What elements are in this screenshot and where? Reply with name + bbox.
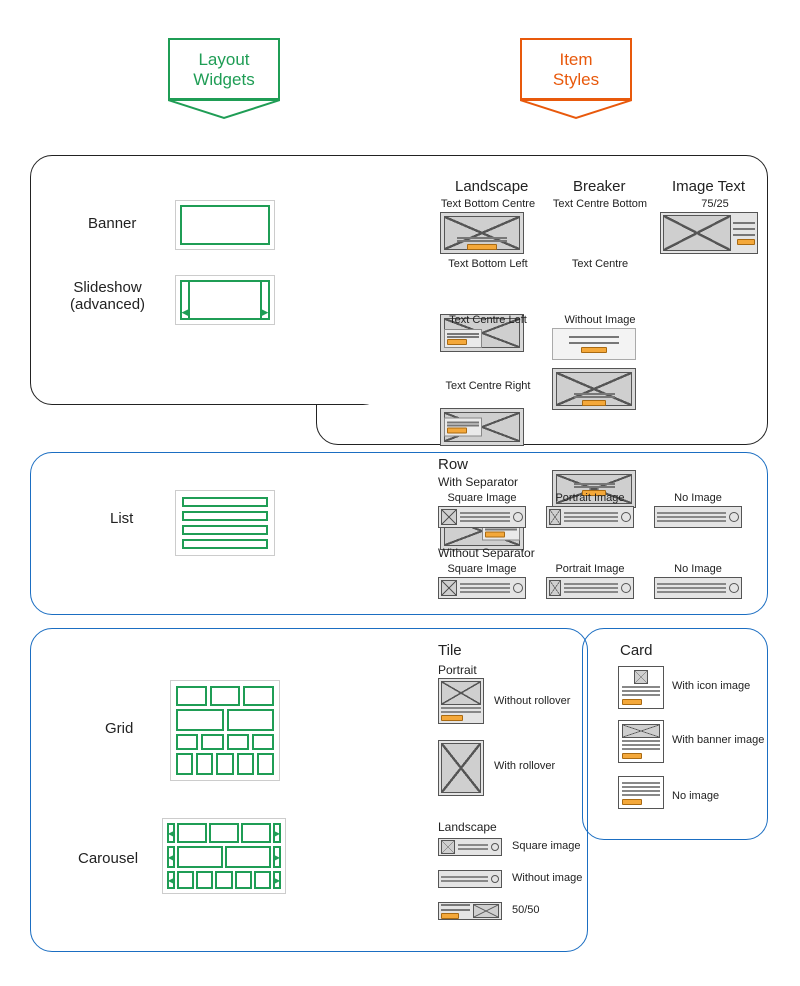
layout-widgets-label: Layout Widgets (193, 50, 254, 89)
grid-thumb (170, 680, 280, 781)
list-thumb (175, 490, 275, 556)
tile-land-square (438, 838, 502, 856)
card-title: Card (620, 642, 653, 659)
tile-portrait-norollover (438, 678, 484, 724)
tile-rollover-label: With rollover (494, 760, 555, 772)
grid-label: Grid (105, 720, 133, 737)
list-label: List (110, 510, 133, 527)
breaker-v1-label: Text Centre Bottom (550, 198, 650, 210)
tile-land-noimg-label: Without image (512, 872, 582, 884)
row-ws-none-thumb (654, 506, 742, 528)
item-styles-tag: Item Styles (520, 38, 632, 120)
landscape-v1-thumb (440, 212, 524, 254)
landscape-v1-label: Text Bottom Centre (438, 198, 538, 210)
landscape-v4-label: Text Centre Right (438, 380, 538, 392)
tile-land-noimg (438, 870, 502, 888)
spacer (380, 629, 590, 749)
carousel-thumb: ◀ ▶ ◀ ▶ ◀ ▶ (162, 818, 286, 894)
layout-widgets-tag: Layout Widgets (168, 38, 280, 120)
banner-thumb (175, 200, 275, 250)
diagram-canvas: Layout Widgets Item Styles Banner Slides… (0, 0, 800, 986)
col-breaker: Breaker (573, 178, 626, 195)
row-wos-square-label: Square Image (438, 563, 526, 575)
tile-portrait-rollover (438, 740, 484, 796)
row-ws-none-label: No Image (654, 492, 742, 504)
row-wos-square-thumb (438, 577, 526, 599)
row-wos-portrait-label: Portrait Image (546, 563, 634, 575)
banner-label: Banner (88, 215, 136, 232)
row-wos-none-label: No Image (654, 563, 742, 575)
tile-land-5050-label: 50/50 (512, 904, 540, 916)
carousel-label: Carousel (78, 850, 138, 867)
landscape-v3-thumb (440, 408, 524, 446)
card-noimg-label: No image (672, 790, 719, 802)
row-ws-square-thumb (438, 506, 526, 528)
card-noimg-thumb (618, 776, 664, 809)
card-banner-thumb (618, 720, 664, 763)
col-imagetext: Image Text (672, 178, 745, 195)
landscape-v3-label: Text Centre Left (438, 314, 538, 326)
imagetext-v1-label: 75/25 (680, 198, 750, 210)
row-wos-none-thumb (654, 577, 742, 599)
breaker-v1-thumb (552, 368, 636, 410)
tile-portrait-label: Portrait (438, 663, 477, 677)
tile-title: Tile (438, 642, 462, 659)
row-ws-square-label: Square Image (438, 492, 526, 504)
row-withsep: With Separator (438, 475, 518, 489)
breaker-v3-thumb (552, 328, 636, 360)
landscape-v2-label: Text Bottom Left (438, 258, 538, 270)
tile-landscape-label: Landscape (438, 820, 497, 834)
breaker-v2-label: Text Centre (550, 258, 650, 270)
tile-land-5050 (438, 902, 502, 920)
row-ws-portrait-thumb (546, 506, 634, 528)
tile-norollover-label: Without rollover (494, 695, 570, 707)
imagetext-v1-thumb (660, 212, 758, 254)
tile-land-square-label: Square image (512, 840, 581, 852)
row-ws-portrait-label: Portrait Image (546, 492, 634, 504)
row-title: Row (438, 456, 468, 473)
card-icon-thumb (618, 666, 664, 709)
overlap-patch-1 (316, 156, 386, 404)
col-landscape: Landscape (455, 178, 528, 195)
card-banner-label: With banner image (672, 734, 764, 746)
card-icon-label: With icon image (672, 680, 750, 692)
item-styles-label: Item Styles (553, 50, 599, 89)
row-wosep: Without Separator (438, 546, 535, 560)
slideshow-label: Slideshow (advanced) (70, 280, 145, 313)
breaker-v3-label: Without Image (550, 314, 650, 326)
slideshow-thumb: ◀ ▶ (175, 275, 275, 325)
row-wos-portrait-thumb (546, 577, 634, 599)
